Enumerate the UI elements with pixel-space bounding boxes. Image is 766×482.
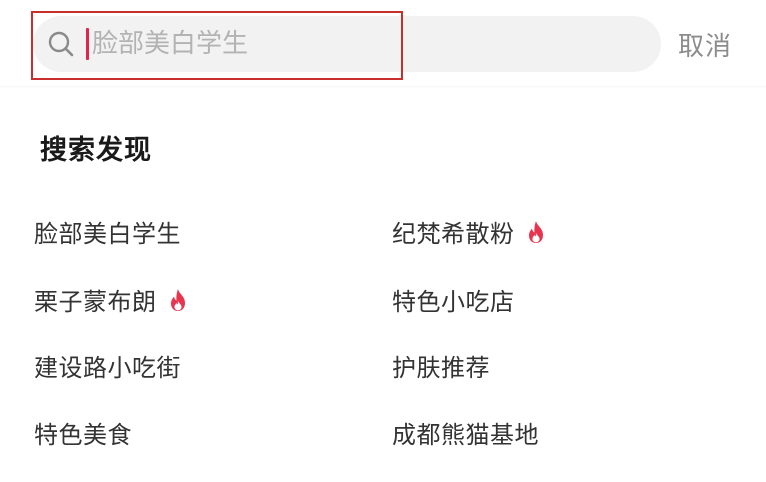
discover-item-label: 护肤推荐 [392,354,490,382]
section-title-search-discover: 搜索发现 [40,135,152,166]
discover-item[interactable]: 特色美食 [34,415,132,450]
discover-item[interactable]: 栗子蒙布朗 [34,282,189,317]
discover-item[interactable]: 成都熊猫基地 [392,415,539,450]
text-cursor [86,28,89,60]
discover-item-label: 特色美食 [34,421,132,449]
discover-item[interactable]: 建设路小吃街 [34,348,181,383]
fire-icon [167,288,189,312]
cancel-button[interactable]: 取消 [678,26,732,63]
discover-item[interactable]: 护肤推荐 [392,348,490,383]
search-page: 取消 搜索发现 脸部美白学生 栗子蒙布朗 建设路小吃街 特色美食 纪梵希散粉 特 [0,0,766,482]
discover-item-label: 特色小吃店 [392,288,515,316]
search-icon [47,30,75,58]
discover-item[interactable]: 特色小吃店 [392,282,515,317]
header-divider [0,86,766,88]
fire-icon [525,220,547,244]
discover-item-label: 栗子蒙布朗 [34,288,157,316]
discover-item-label: 建设路小吃街 [34,354,181,382]
discover-item[interactable]: 脸部美白学生 [34,214,181,249]
search-input[interactable] [92,26,392,62]
discover-item-label: 成都熊猫基地 [392,421,539,449]
discover-item[interactable]: 纪梵希散粉 [392,214,547,249]
discover-item-label: 脸部美白学生 [34,220,181,248]
discover-item-label: 纪梵希散粉 [392,220,515,248]
